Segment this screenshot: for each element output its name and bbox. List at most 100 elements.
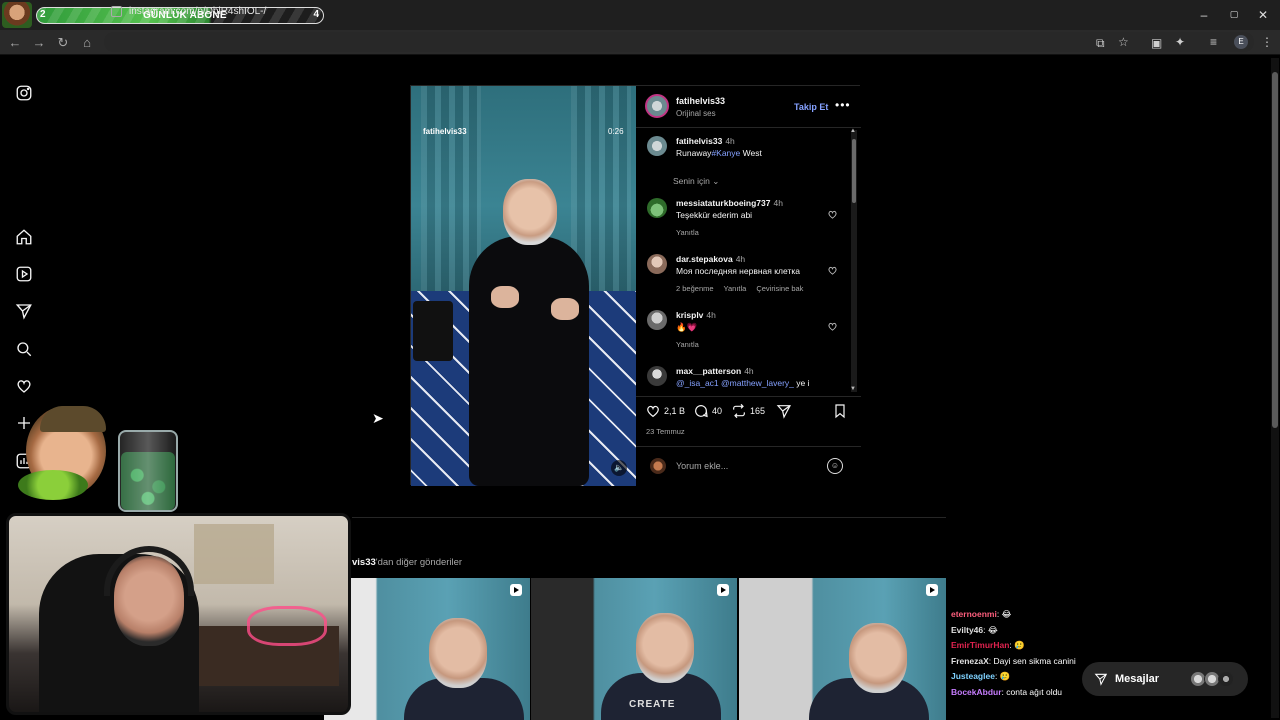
forward-arrow-icon[interactable]: → bbox=[32, 35, 46, 50]
more-posts-username[interactable]: vis33 bbox=[352, 557, 376, 568]
reply-link[interactable]: Yanıtla bbox=[724, 284, 747, 293]
person-hand-left bbox=[491, 286, 519, 308]
video-duration: 0:26 bbox=[608, 127, 624, 136]
comment-username-text: max__patterson bbox=[676, 366, 742, 376]
audio-label[interactable]: Orijinal ses bbox=[676, 109, 716, 118]
comment-username[interactable]: krisplv 4h bbox=[676, 310, 716, 320]
comments-scroll-thumb[interactable] bbox=[852, 139, 856, 203]
media-control-icon[interactable]: ≡ bbox=[1210, 35, 1217, 49]
sort-dropdown[interactable]: Senin için ⌄ bbox=[673, 176, 719, 187]
comment-text-rest: ye i bbox=[793, 378, 810, 388]
save-button[interactable] bbox=[832, 403, 848, 419]
notifications-heart-icon[interactable] bbox=[15, 377, 33, 395]
section-divider bbox=[352, 517, 946, 518]
maximize-button[interactable]: ▢ bbox=[1226, 9, 1242, 20]
author-avatar[interactable] bbox=[645, 94, 669, 118]
comment-input[interactable]: Yorum ekle... bbox=[676, 461, 728, 471]
comment-text: @_isa_ac1 @matthew_lavery_ ye i bbox=[676, 378, 810, 388]
search-nav-icon[interactable] bbox=[15, 340, 33, 358]
post-date[interactable]: 23 Temmuz bbox=[646, 427, 685, 436]
comments-list[interactable]: fatihelvis33 4h Runaway#Kanye West Senin … bbox=[636, 128, 861, 396]
message-avatar bbox=[1218, 671, 1234, 687]
post-actions: 2,1 B 40 165 23 Temmuz bbox=[636, 396, 861, 446]
url-field[interactable] bbox=[104, 32, 1254, 52]
address-bar: ← → ↻ ⌂ bbox=[0, 30, 1280, 55]
install-app-icon[interactable]: ⧉ bbox=[1096, 36, 1105, 51]
comment-username[interactable]: dar.stepakova 4h bbox=[676, 254, 745, 264]
chat-user: Justeaglee bbox=[951, 671, 995, 681]
home-icon[interactable]: ⌂ bbox=[80, 35, 94, 50]
bookmark-star-icon[interactable]: ☆ bbox=[1118, 35, 1129, 49]
like-comment-heart-icon[interactable] bbox=[827, 263, 838, 275]
direct-nav-icon[interactable] bbox=[15, 302, 33, 320]
minimize-button[interactable]: – bbox=[1196, 8, 1212, 22]
close-window-button[interactable]: ✕ bbox=[1255, 8, 1271, 22]
reload-icon[interactable]: ↻ bbox=[56, 35, 70, 51]
reply-link[interactable]: Yanıtla bbox=[676, 228, 699, 237]
send-icon bbox=[776, 405, 791, 419]
like-button[interactable]: 2,1 B bbox=[645, 403, 685, 419]
comment-meta: Yanıtla bbox=[676, 228, 709, 237]
chat-message: eternoenmi: 😂 bbox=[951, 609, 1101, 625]
author-username[interactable]: fatihelvis33 bbox=[676, 96, 725, 106]
caption-avatar[interactable] bbox=[647, 136, 667, 156]
menu-kebab-icon[interactable]: ⋮ bbox=[1261, 35, 1273, 49]
scroll-down-arrow-icon[interactable]: ▼ bbox=[850, 386, 856, 392]
chat-user: eternoenmi bbox=[951, 609, 997, 619]
more-post-thumb[interactable]: CREATE bbox=[531, 578, 737, 720]
comment-time: 4h bbox=[773, 198, 783, 208]
comment-avatar[interactable] bbox=[647, 254, 667, 274]
screenshot-icon[interactable]: ▣ bbox=[1151, 36, 1162, 50]
reply-link[interactable]: Yanıtla bbox=[676, 340, 699, 349]
reels-nav-icon[interactable] bbox=[15, 265, 33, 283]
profile-avatar[interactable]: E bbox=[1234, 35, 1248, 49]
translate-link[interactable]: Çevirisine bak bbox=[756, 284, 803, 293]
stream-avatar-icon bbox=[2, 2, 32, 28]
comment-meta: 2 beğenme Yanıtla Çevirisine bak bbox=[676, 284, 813, 293]
tab-left-count: 2 bbox=[40, 9, 46, 20]
chat-message: FrenezaX: Dayi sen sikma canini bbox=[951, 656, 1101, 672]
page-scroll-thumb[interactable] bbox=[1272, 72, 1278, 428]
chat-text: : 🥲 bbox=[994, 671, 1011, 681]
like-comment-heart-icon[interactable] bbox=[827, 319, 838, 331]
instagram-logo-icon[interactable] bbox=[15, 84, 33, 102]
likes-count[interactable]: 2 beğenme bbox=[676, 284, 714, 293]
mention-link[interactable]: @_isa_ac1 bbox=[676, 378, 719, 388]
more-options-icon[interactable]: ••• bbox=[835, 98, 851, 112]
url-text[interactable]: instagram.com/p/DblR4shIOL-/ bbox=[129, 6, 266, 17]
scroll-up-arrow-icon[interactable]: ▲ bbox=[850, 128, 856, 134]
post-header: fatihelvis33 Orijinal ses Takip Et ••• bbox=[636, 86, 861, 128]
comment-text: Моя последняя нервная клетка bbox=[676, 266, 800, 276]
mention-link-2[interactable]: @matthew_lavery_ bbox=[721, 378, 794, 388]
more-post-thumb[interactable] bbox=[324, 578, 530, 720]
mute-speaker-icon[interactable]: 🔈 bbox=[611, 460, 627, 476]
messages-bar[interactable]: Mesajlar bbox=[1082, 662, 1248, 696]
site-info-icon[interactable] bbox=[111, 6, 122, 17]
back-arrow-icon[interactable]: ← bbox=[8, 35, 22, 50]
comment-avatar[interactable] bbox=[647, 198, 667, 218]
home-nav-icon[interactable] bbox=[15, 228, 33, 246]
follow-button[interactable]: Takip Et bbox=[794, 102, 828, 112]
comment-username[interactable]: messiataturkboeing737 4h bbox=[676, 198, 783, 208]
comment-avatar[interactable] bbox=[647, 310, 667, 330]
extensions-icon[interactable]: ✦ bbox=[1175, 35, 1185, 49]
chat-text: : conta ağıt oldu bbox=[1001, 686, 1063, 697]
post-video[interactable]: fatihelvis33 0:26 🔈 bbox=[411, 86, 636, 486]
repost-button[interactable]: 165 bbox=[731, 403, 765, 419]
comment-username[interactable]: max__patterson 4h bbox=[676, 366, 754, 376]
sort-label: Senin için bbox=[673, 176, 710, 186]
share-button[interactable] bbox=[776, 403, 792, 419]
emoji-icon[interactable]: ☺ bbox=[827, 458, 843, 474]
caption-username[interactable]: fatihelvis33 4h bbox=[676, 136, 735, 146]
video-overlay-username[interactable]: fatihelvis33 bbox=[423, 127, 467, 136]
chevron-down-icon: ⌄ bbox=[712, 176, 720, 186]
like-comment-heart-icon[interactable] bbox=[827, 207, 838, 219]
comment-button[interactable]: 40 bbox=[693, 403, 722, 419]
person-figure bbox=[469, 236, 589, 486]
caption-username-text: fatihelvis33 bbox=[676, 136, 723, 146]
comment-avatar[interactable] bbox=[647, 366, 667, 386]
chat-message: BocekAbdur: conta ağıt oldu bbox=[951, 687, 1101, 703]
more-post-thumb[interactable] bbox=[739, 578, 946, 720]
chat-text: : Dayi sen sikma canini bbox=[988, 655, 1076, 666]
caption-hashtag[interactable]: #Kanye bbox=[711, 148, 740, 158]
